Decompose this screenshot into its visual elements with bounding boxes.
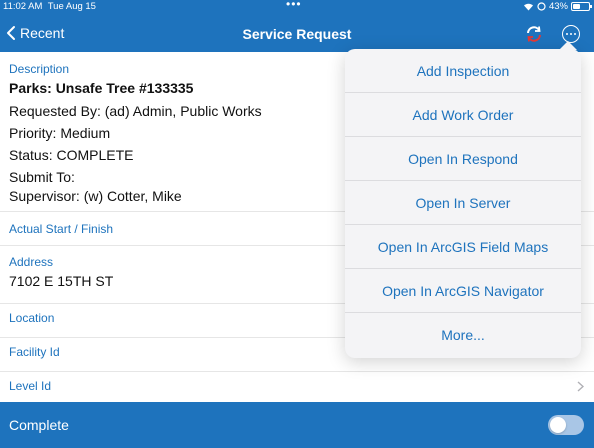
level-id-row[interactable]: Level Id [0,371,594,402]
sync-icon[interactable] [525,25,543,43]
level-id-label: Level Id [9,379,52,393]
wifi-icon [523,3,533,11]
battery-icon [571,2,592,11]
submit-to: Submit To: [9,169,75,185]
requested-by: Requested By: (ad) Admin, Public Works [9,103,262,119]
status-bar: 11:02 AM Tue Aug 15 ••• 43% [0,0,594,16]
page-title: Service Request [242,26,352,42]
complete-toggle[interactable] [548,415,584,435]
status-time: 11:02 AM Tue Aug 15 [3,1,96,12]
battery-percent: 43% [548,1,568,12]
location-icon [537,2,546,11]
menu-item-open-in-navigator[interactable]: Open In ArcGIS Navigator [345,269,581,313]
menu-item-open-in-field-maps[interactable]: Open In ArcGIS Field Maps [345,225,581,269]
address-value: 7102 E 15TH ST [9,273,114,289]
multitask-dots[interactable]: ••• [286,0,302,11]
menu-item-add-inspection[interactable]: Add Inspection [345,49,581,93]
facility-id-label: Facility Id [9,345,60,359]
menu-item-open-in-respond[interactable]: Open In Respond [345,137,581,181]
complete-label: Complete [9,417,69,433]
status: Status: COMPLETE [9,147,134,163]
supervisor: Supervisor: (w) Cotter, Mike [9,188,182,204]
actions-popover: Add Inspection Add Work Order Open In Re… [345,41,581,358]
complete-bar: Complete [0,402,594,448]
request-title: Parks: Unsafe Tree #133335 [9,80,194,96]
menu-item-open-in-server[interactable]: Open In Server [345,181,581,225]
toggle-knob [550,417,566,433]
chevron-right-icon [577,381,584,392]
description-label: Description [9,62,70,76]
menu-item-more[interactable]: More... [345,313,581,357]
status-indicators: 43% [523,1,592,12]
actual-start-finish-label: Actual Start / Finish [9,222,114,236]
popover-caret [559,41,577,50]
location-label: Location [9,311,55,325]
address-label: Address [9,255,54,269]
navigation-bar: Recent Service Request [0,16,594,52]
menu-item-add-work-order[interactable]: Add Work Order [345,93,581,137]
description-section: Description Parks: Unsafe Tree #133335 R… [9,62,262,210]
priority: Priority: Medium [9,125,111,141]
